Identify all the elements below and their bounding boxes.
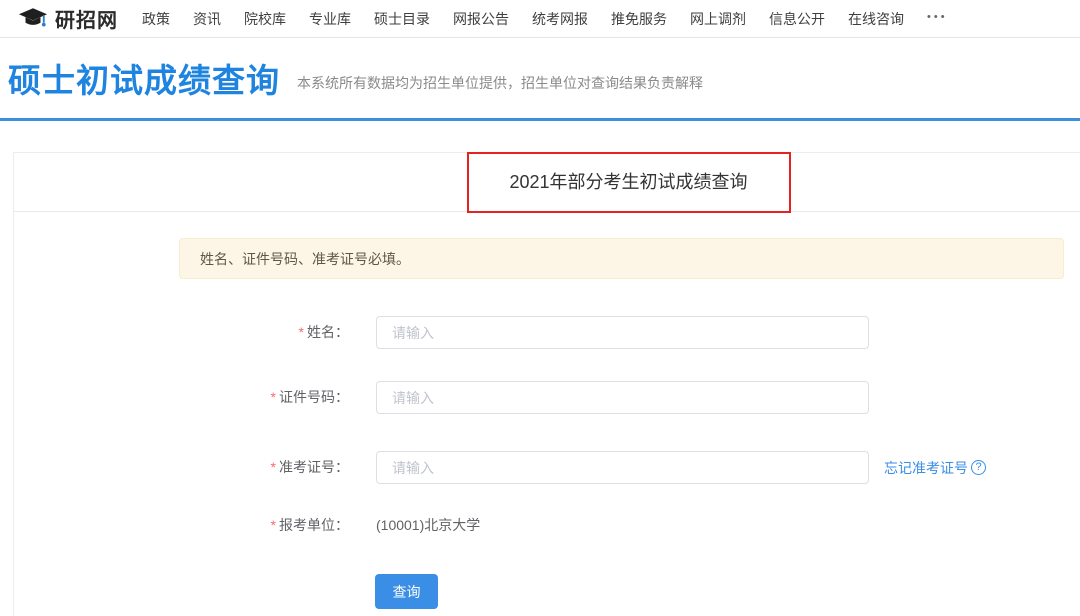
required-asterisk: * [271,389,276,405]
nav-menu: 政策 资讯 院校库 专业库 硕士目录 网报公告 统考网报 推免服务 网上调剂 信… [142,9,948,29]
required-asterisk: * [271,459,276,475]
name-input[interactable] [376,316,869,349]
forgot-ticket-link[interactable]: 忘记准考证号 ? [884,451,986,484]
blue-divider [0,118,1080,121]
nav-item-tongkaowangbao[interactable]: 统考网报 [532,9,588,29]
nav-item-yuanxiaoku[interactable]: 院校库 [244,9,286,29]
graduation-cap-icon [18,7,48,30]
question-circle-icon: ? [971,460,986,475]
target-unit-value: (10001)北京大学 [376,509,480,542]
required-asterisk: * [299,324,304,340]
required-fields-alert: 姓名、证件号码、准考证号必填。 [179,238,1064,279]
panel-title: 2021年部分考生初试成绩查询 [14,153,1080,212]
top-navigation: 研招网 政策 资讯 院校库 专业库 硕士目录 网报公告 统考网报 推免服务 网上… [0,0,1080,38]
form-row-id-number: *证件号码： [14,381,1080,414]
name-label: *姓名： [229,316,349,349]
nav-more-dots-icon[interactable]: ••• [927,11,948,27]
nav-item-xinxigongkai[interactable]: 信息公开 [769,9,825,29]
page-subtitle: 本系统所有数据均为招生单位提供，招生单位对查询结果负责解释 [297,73,703,100]
panel-header: 2021年部分考生初试成绩查询 [14,153,1080,212]
nav-item-zixun[interactable]: 资讯 [193,9,221,29]
query-button[interactable]: 查询 [375,574,438,609]
form-row-admission-ticket: *准考证号： 忘记准考证号 ? [14,451,1080,484]
admission-ticket-label: *准考证号： [229,451,349,484]
id-number-input[interactable] [376,381,869,414]
forgot-ticket-link-label: 忘记准考证号 [884,458,968,478]
form-row-target-unit: *报考单位： (10001)北京大学 [14,509,1080,542]
page-header: 硕士初试成绩查询 本系统所有数据均为招生单位提供，招生单位对查询结果负责解释 [8,62,703,100]
page-title: 硕士初试成绩查询 [8,62,280,100]
nav-item-zhuanyeku[interactable]: 专业库 [309,9,351,29]
alert-text: 姓名、证件号码、准考证号必填。 [200,249,410,269]
site-logo-text: 研招网 [55,4,118,33]
nav-item-wangshangtiaoji[interactable]: 网上调剂 [690,9,746,29]
site-logo[interactable]: 研招网 [18,4,118,33]
admission-ticket-input[interactable] [376,451,869,484]
id-number-label: *证件号码： [229,381,349,414]
score-query-panel: 2021年部分考生初试成绩查询 姓名、证件号码、准考证号必填。 *姓名： *证件… [13,152,1080,616]
target-unit-label: *报考单位： [229,509,349,542]
required-asterisk: * [271,517,276,533]
nav-item-shuoshimulu[interactable]: 硕士目录 [374,9,430,29]
form-row-name: *姓名： [14,316,1080,349]
nav-item-tuimianfuwu[interactable]: 推免服务 [611,9,667,29]
nav-item-zaixianzixun[interactable]: 在线咨询 [848,9,904,29]
nav-item-wangbaogonggao[interactable]: 网报公告 [453,9,509,29]
nav-item-zhengce[interactable]: 政策 [142,9,170,29]
